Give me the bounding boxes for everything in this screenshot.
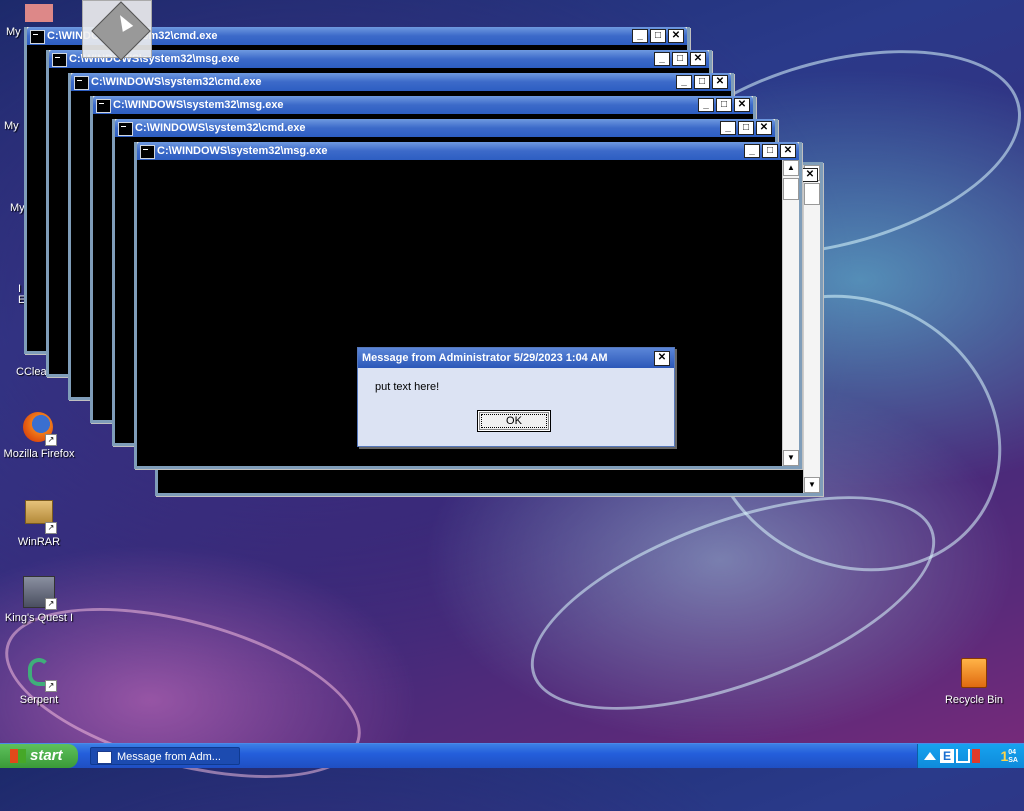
- system-tray: E 104 SA: [917, 744, 1024, 768]
- close-button[interactable]: ✕: [802, 168, 818, 182]
- dialog-titlebar[interactable]: Message from Administrator 5/29/2023 1:0…: [358, 348, 674, 368]
- scroll-down-button[interactable]: ▼: [804, 477, 820, 493]
- window-icon: [97, 751, 112, 764]
- console-icon: [52, 53, 67, 67]
- maximize-button[interactable]: □: [672, 52, 688, 66]
- vertical-scrollbar[interactable]: ▲ ▼: [803, 165, 820, 493]
- console-icon: [74, 76, 89, 90]
- wallpaper-swirl: [504, 452, 962, 754]
- maximize-button[interactable]: □: [716, 98, 732, 112]
- window-titlebar[interactable]: C:\WINDOWS\system32\cmd.exe _□✕: [115, 119, 775, 137]
- message-dialog[interactable]: Message from Administrator 5/29/2023 1:0…: [357, 347, 675, 447]
- taskbar-item-message[interactable]: Message from Adm...: [90, 747, 240, 765]
- start-button[interactable]: start: [0, 744, 78, 768]
- tray-arrow-icon[interactable]: [924, 749, 938, 763]
- scroll-thumb[interactable]: [804, 183, 820, 205]
- recycle-bin-icon: [958, 658, 990, 690]
- desktop-icon-firefox[interactable]: ↗ Mozilla Firefox: [0, 412, 78, 460]
- vertical-scrollbar[interactable]: ▲ ▼: [782, 160, 799, 466]
- console-icon: [96, 99, 111, 113]
- minimize-button[interactable]: _: [632, 29, 648, 43]
- firefox-icon: ↗: [23, 412, 57, 446]
- window-titlebar[interactable]: C:\WINDOWS\system32\cmd.exe _□✕: [71, 73, 731, 91]
- close-button[interactable]: ✕: [690, 52, 706, 66]
- desktop-icon-serpent[interactable]: ↗ Serpent: [0, 658, 78, 706]
- scroll-thumb[interactable]: [783, 178, 799, 200]
- minimize-button[interactable]: _: [744, 144, 760, 158]
- console-icon: [140, 145, 155, 159]
- minimize-button[interactable]: _: [698, 98, 714, 112]
- safely-remove-icon[interactable]: [956, 749, 970, 763]
- scroll-up-button[interactable]: ▲: [783, 160, 799, 176]
- ok-button[interactable]: OK: [477, 410, 551, 432]
- clock[interactable]: 104 SA: [1000, 746, 1018, 766]
- close-button[interactable]: ✕: [668, 29, 684, 43]
- shortcut-arrow-icon: ↗: [45, 522, 57, 534]
- winrar-icon: ↗: [23, 500, 57, 534]
- taskbar: start Message from Adm... E 104 SA: [0, 743, 1024, 768]
- minimize-button[interactable]: _: [676, 75, 692, 89]
- maximize-button[interactable]: □: [694, 75, 710, 89]
- dialog-message: put text here!: [375, 381, 440, 393]
- close-button[interactable]: ✕: [756, 121, 772, 135]
- maximize-button[interactable]: □: [762, 144, 778, 158]
- shortcut-arrow-icon: ↗: [45, 434, 57, 446]
- minimize-button[interactable]: _: [654, 52, 670, 66]
- close-button[interactable]: ✕: [734, 98, 750, 112]
- my-documents-icon: [25, 4, 53, 22]
- desktop-icon-kings-quest[interactable]: ↗ King's Quest I: [0, 576, 78, 624]
- window-titlebar[interactable]: C:\WINDOWS\system32\msg.exe _ □ ✕: [93, 96, 753, 114]
- shortcut-arrow-icon: ↗: [45, 598, 57, 610]
- maximize-button[interactable]: □: [650, 29, 666, 43]
- console-icon: [118, 122, 133, 136]
- desktop-icon-winrar[interactable]: ↗ WinRAR: [0, 494, 78, 548]
- maximize-button[interactable]: □: [738, 121, 754, 135]
- scroll-down-button[interactable]: ▼: [783, 450, 799, 466]
- desktop-icon-recycle-bin[interactable]: Recycle Bin: [935, 658, 1013, 706]
- window-titlebar[interactable]: C:\WINDOWS\system32\msg.exe _ □ ✕: [137, 142, 799, 160]
- serpent-icon: ↗: [23, 658, 57, 692]
- close-button[interactable]: ✕: [780, 144, 796, 158]
- dialog-close-button[interactable]: ✕: [654, 351, 670, 366]
- close-button[interactable]: ✕: [712, 75, 728, 89]
- console-icon: [30, 30, 45, 44]
- language-indicator-icon[interactable]: E: [940, 749, 954, 763]
- windows-logo-icon: [10, 749, 26, 763]
- minimize-button[interactable]: _: [720, 121, 736, 135]
- volume-icon[interactable]: [972, 749, 980, 763]
- kings-quest-icon: ↗: [23, 576, 57, 610]
- shortcut-arrow-icon: ↗: [45, 680, 57, 692]
